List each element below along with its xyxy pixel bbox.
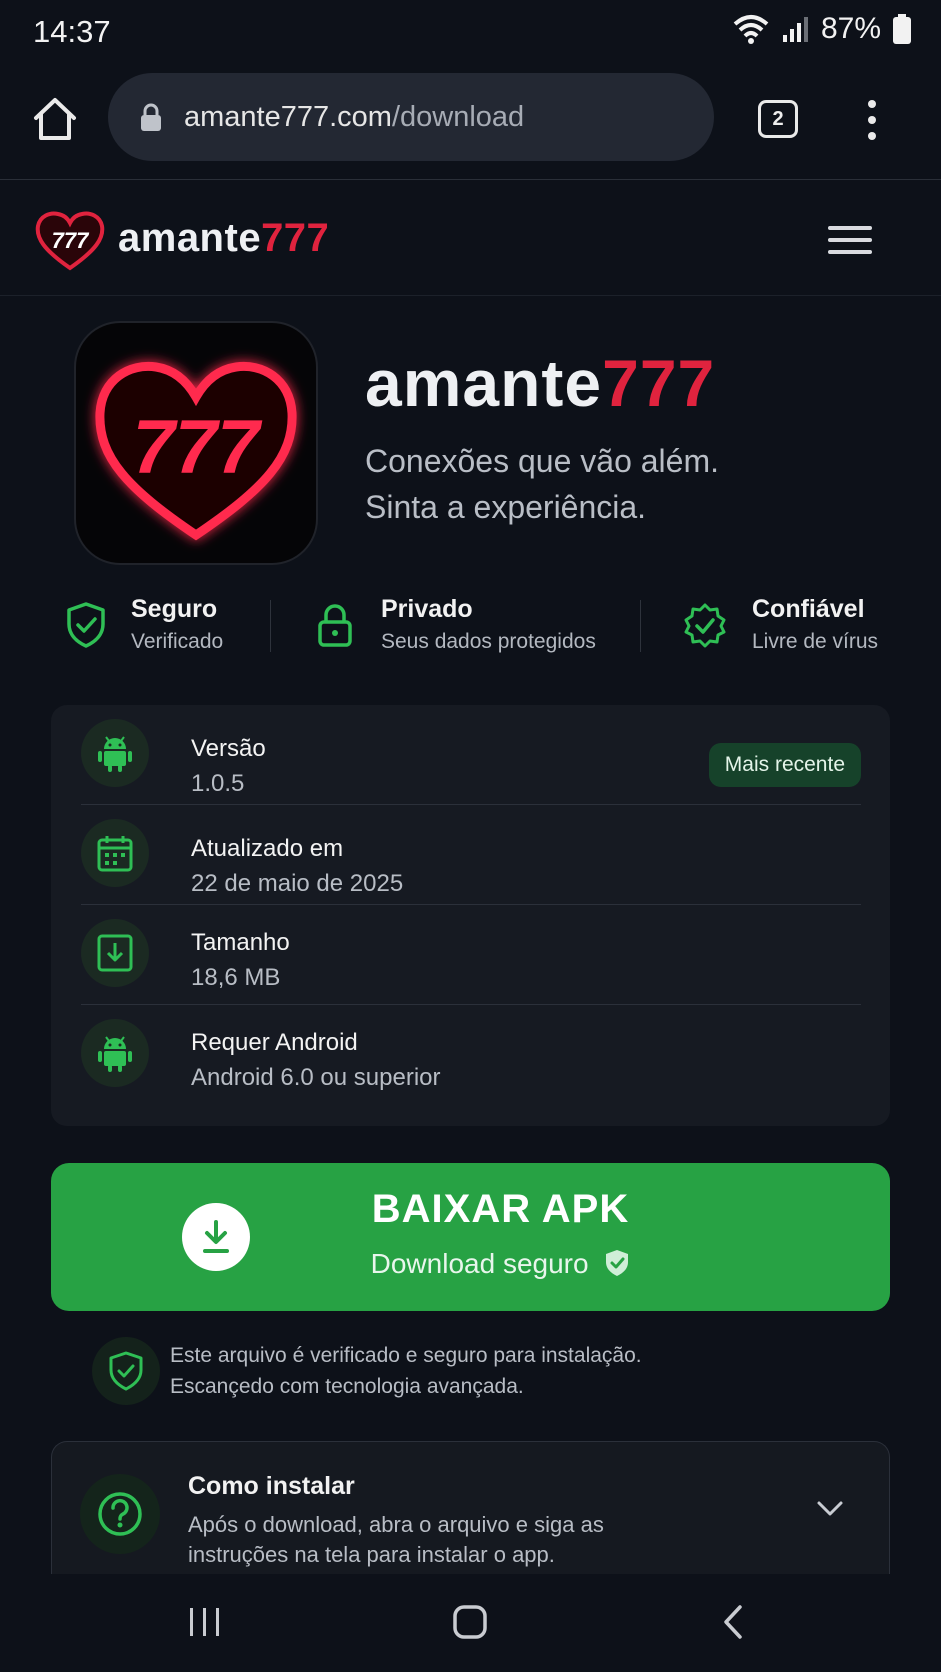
badge-check-icon <box>684 603 726 647</box>
lock-icon <box>318 603 352 647</box>
trust-item-secure: Seguro Verificado <box>64 595 223 654</box>
security-note-line-1: Este arquivo é verificado e seguro para … <box>170 1344 642 1367</box>
info-row-updated: Atualizado em 22 de maio de 2025 <box>81 805 861 905</box>
site-logo-text[interactable]: amante777 <box>118 216 329 261</box>
android-icon <box>81 719 149 787</box>
browser-toolbar: amante777.com/download 2 <box>0 64 941 180</box>
download-apk-button[interactable]: BAIXAR APK Download seguro <box>51 1163 890 1311</box>
trust-item-reliable: Confiável Livre de vírus <box>682 595 878 654</box>
site-header: 777 amante777 <box>0 180 941 296</box>
status-bar: 14:37 87% <box>0 0 941 64</box>
chevron-down-icon[interactable] <box>816 1500 844 1518</box>
app-info-card: Versão 1.0.5 Mais recente Atualizado em … <box>51 705 890 1126</box>
install-title: Como instalar <box>188 1472 355 1500</box>
info-value: 22 de maio de 2025 <box>191 870 404 897</box>
home-nav-icon[interactable] <box>452 1604 488 1640</box>
signal-icon <box>782 17 808 42</box>
how-to-install-accordion[interactable]: Como instalar Após o download, abra o ar… <box>51 1441 890 1574</box>
heart-777-icon: 777 <box>95 361 297 541</box>
latest-badge: Mais recente <box>708 743 861 787</box>
android-icon <box>81 1019 149 1087</box>
hamburger-menu-icon[interactable] <box>828 224 872 256</box>
install-desc-line-2: instruções na tela para instalar o app. <box>188 1542 555 1567</box>
shield-check-icon <box>606 1250 629 1276</box>
download-subtitle: Download seguro <box>51 1248 890 1280</box>
download-box-icon <box>81 919 149 987</box>
lock-icon <box>141 103 161 131</box>
wifi-icon <box>733 15 769 44</box>
status-icons: 87% <box>733 12 911 46</box>
heart-logo-icon[interactable]: 777 <box>34 210 106 272</box>
help-icon <box>80 1474 160 1554</box>
app-icon: 777 <box>76 323 316 563</box>
shield-check-icon <box>67 601 105 648</box>
trust-title: Confiável <box>752 595 865 623</box>
shield-check-icon <box>92 1337 160 1405</box>
info-value: 18,6 MB <box>191 964 281 991</box>
logo-icon-number: 777 <box>52 228 90 253</box>
info-value: 1.0.5 <box>191 770 245 797</box>
security-note: Este arquivo é verificado e seguro para … <box>170 1340 642 1402</box>
app-icon-number: 777 <box>133 405 264 490</box>
recent-apps-icon[interactable] <box>188 1606 222 1638</box>
tagline-line-1: Conexões que vão além. <box>365 443 719 479</box>
info-label: Atualizado em <box>191 835 344 862</box>
info-value: Android 6.0 ou superior <box>191 1064 441 1091</box>
trust-title: Privado <box>381 595 473 623</box>
info-label: Versão <box>191 735 266 762</box>
info-row-version: Versão 1.0.5 Mais recente <box>81 705 861 805</box>
app-tagline: Conexões que vão além. Sinta a experiênc… <box>365 438 719 530</box>
trust-desc: Livre de vírus <box>752 630 879 653</box>
info-row-requirement: Requer Android Android 6.0 ou superior <box>81 1005 861 1104</box>
tab-switcher-button[interactable]: 2 <box>758 100 798 138</box>
download-title: BAIXAR APK <box>371 1187 630 1231</box>
home-icon[interactable] <box>30 94 80 144</box>
install-description: Após o download, abra o arquivo e siga a… <box>188 1510 604 1570</box>
security-note-line-2: Escançedo com tecnologia avançada. <box>170 1375 524 1398</box>
more-menu-icon[interactable] <box>862 98 882 142</box>
trust-desc: Seus dados protegidos <box>381 630 596 653</box>
address-bar[interactable]: amante777.com/download <box>108 73 714 161</box>
divider <box>270 600 271 652</box>
info-label: Requer Android <box>191 1029 358 1056</box>
system-navigation-bar <box>0 1574 941 1672</box>
trust-desc: Verificado <box>131 630 224 653</box>
divider <box>640 600 641 652</box>
info-row-size: Tamanho 18,6 MB <box>81 905 861 1005</box>
install-desc-line-1: Após o download, abra o arquivo e siga a… <box>188 1512 604 1537</box>
battery-percent: 87% <box>820 12 881 45</box>
trust-title: Seguro <box>131 595 218 623</box>
back-icon[interactable] <box>722 1604 744 1640</box>
trust-item-private: Privado Seus dados protegidos <box>315 595 596 654</box>
url-text: amante777.com/download <box>184 100 525 133</box>
battery-icon <box>893 14 911 44</box>
tagline-line-2: Sinta a experiência. <box>365 489 647 525</box>
info-label: Tamanho <box>191 929 290 956</box>
status-time: 14:37 <box>33 14 111 49</box>
app-title: amante777 <box>365 346 716 420</box>
calendar-icon <box>81 819 149 887</box>
